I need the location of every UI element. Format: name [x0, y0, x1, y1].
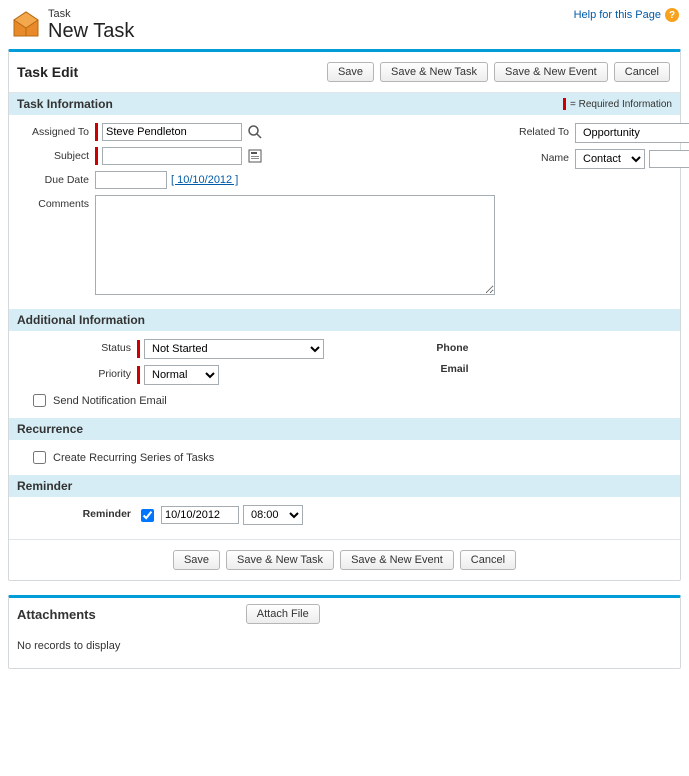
- subject-picker-icon[interactable]: [246, 147, 264, 165]
- label-related-to: Related To: [515, 123, 575, 138]
- attachments-empty-text: No records to display: [9, 630, 680, 668]
- section-additional-information: Additional Information: [9, 309, 680, 331]
- save-new-event-button-top[interactable]: Save & New Event: [494, 62, 608, 82]
- save-new-task-button-bottom[interactable]: Save & New Task: [226, 550, 334, 570]
- recurring-checkbox[interactable]: [33, 451, 46, 464]
- required-bar-icon: [95, 147, 98, 165]
- send-notification-checkbox[interactable]: [33, 394, 46, 407]
- cancel-button-top[interactable]: Cancel: [614, 62, 670, 82]
- assigned-to-input[interactable]: [102, 123, 242, 141]
- page-title: New Task: [48, 20, 134, 43]
- attachments-panel: Attachments Attach File No records to di…: [8, 595, 681, 669]
- status-select[interactable]: Not Started: [144, 339, 324, 359]
- label-priority: Priority: [17, 365, 137, 380]
- section-recurrence: Recurrence: [9, 418, 680, 440]
- help-icon: ?: [665, 8, 679, 22]
- panel-title: Task Edit: [17, 64, 78, 80]
- label-email: Email: [355, 360, 475, 375]
- required-mark-icon: [563, 98, 566, 110]
- label-name: Name: [515, 149, 575, 164]
- reminder-date-input[interactable]: [161, 506, 239, 524]
- cancel-button-bottom[interactable]: Cancel: [460, 550, 516, 570]
- subject-input[interactable]: [102, 147, 242, 165]
- section-task-information: Task Information = Required Information: [9, 93, 680, 115]
- help-link[interactable]: Help for this Page ?: [574, 8, 679, 22]
- task-box-icon: [10, 8, 42, 40]
- label-due-date: Due Date: [17, 171, 95, 186]
- save-button-top[interactable]: Save: [327, 62, 374, 82]
- save-new-event-button-bottom[interactable]: Save & New Event: [340, 550, 454, 570]
- reminder-time-select[interactable]: 08:00: [243, 505, 303, 525]
- label-assigned-to: Assigned To: [17, 123, 95, 138]
- related-to-type-select[interactable]: Opportunity: [575, 123, 689, 143]
- label-comments: Comments: [17, 195, 95, 210]
- due-date-input[interactable]: [95, 171, 167, 189]
- page-subtitle: Task: [48, 8, 134, 20]
- section-reminder: Reminder: [9, 475, 680, 497]
- label-status: Status: [17, 339, 137, 354]
- required-hint: = Required Information: [563, 98, 672, 110]
- label-recurring: Create Recurring Series of Tasks: [53, 452, 214, 464]
- priority-select[interactable]: Normal: [144, 365, 219, 385]
- label-phone: Phone: [355, 339, 475, 354]
- task-edit-panel: Task Edit Save Save & New Task Save & Ne…: [8, 49, 681, 581]
- lookup-icon[interactable]: [246, 123, 264, 141]
- required-bar-icon: [137, 366, 140, 384]
- reminder-checkbox[interactable]: [141, 509, 154, 522]
- save-new-task-button-top[interactable]: Save & New Task: [380, 62, 488, 82]
- due-date-shortcut-link[interactable]: [ 10/10/2012 ]: [171, 174, 238, 186]
- attachments-title: Attachments: [17, 607, 96, 622]
- required-bar-icon: [95, 123, 98, 141]
- name-type-select[interactable]: Contact: [575, 149, 645, 169]
- save-button-bottom[interactable]: Save: [173, 550, 220, 570]
- label-reminder: Reminder: [17, 505, 137, 520]
- comments-textarea[interactable]: [95, 195, 495, 295]
- label-send-notification: Send Notification Email: [53, 395, 167, 407]
- required-bar-icon: [137, 340, 140, 358]
- label-subject: Subject: [17, 147, 95, 162]
- attach-file-button[interactable]: Attach File: [246, 604, 320, 624]
- name-input[interactable]: [649, 150, 689, 168]
